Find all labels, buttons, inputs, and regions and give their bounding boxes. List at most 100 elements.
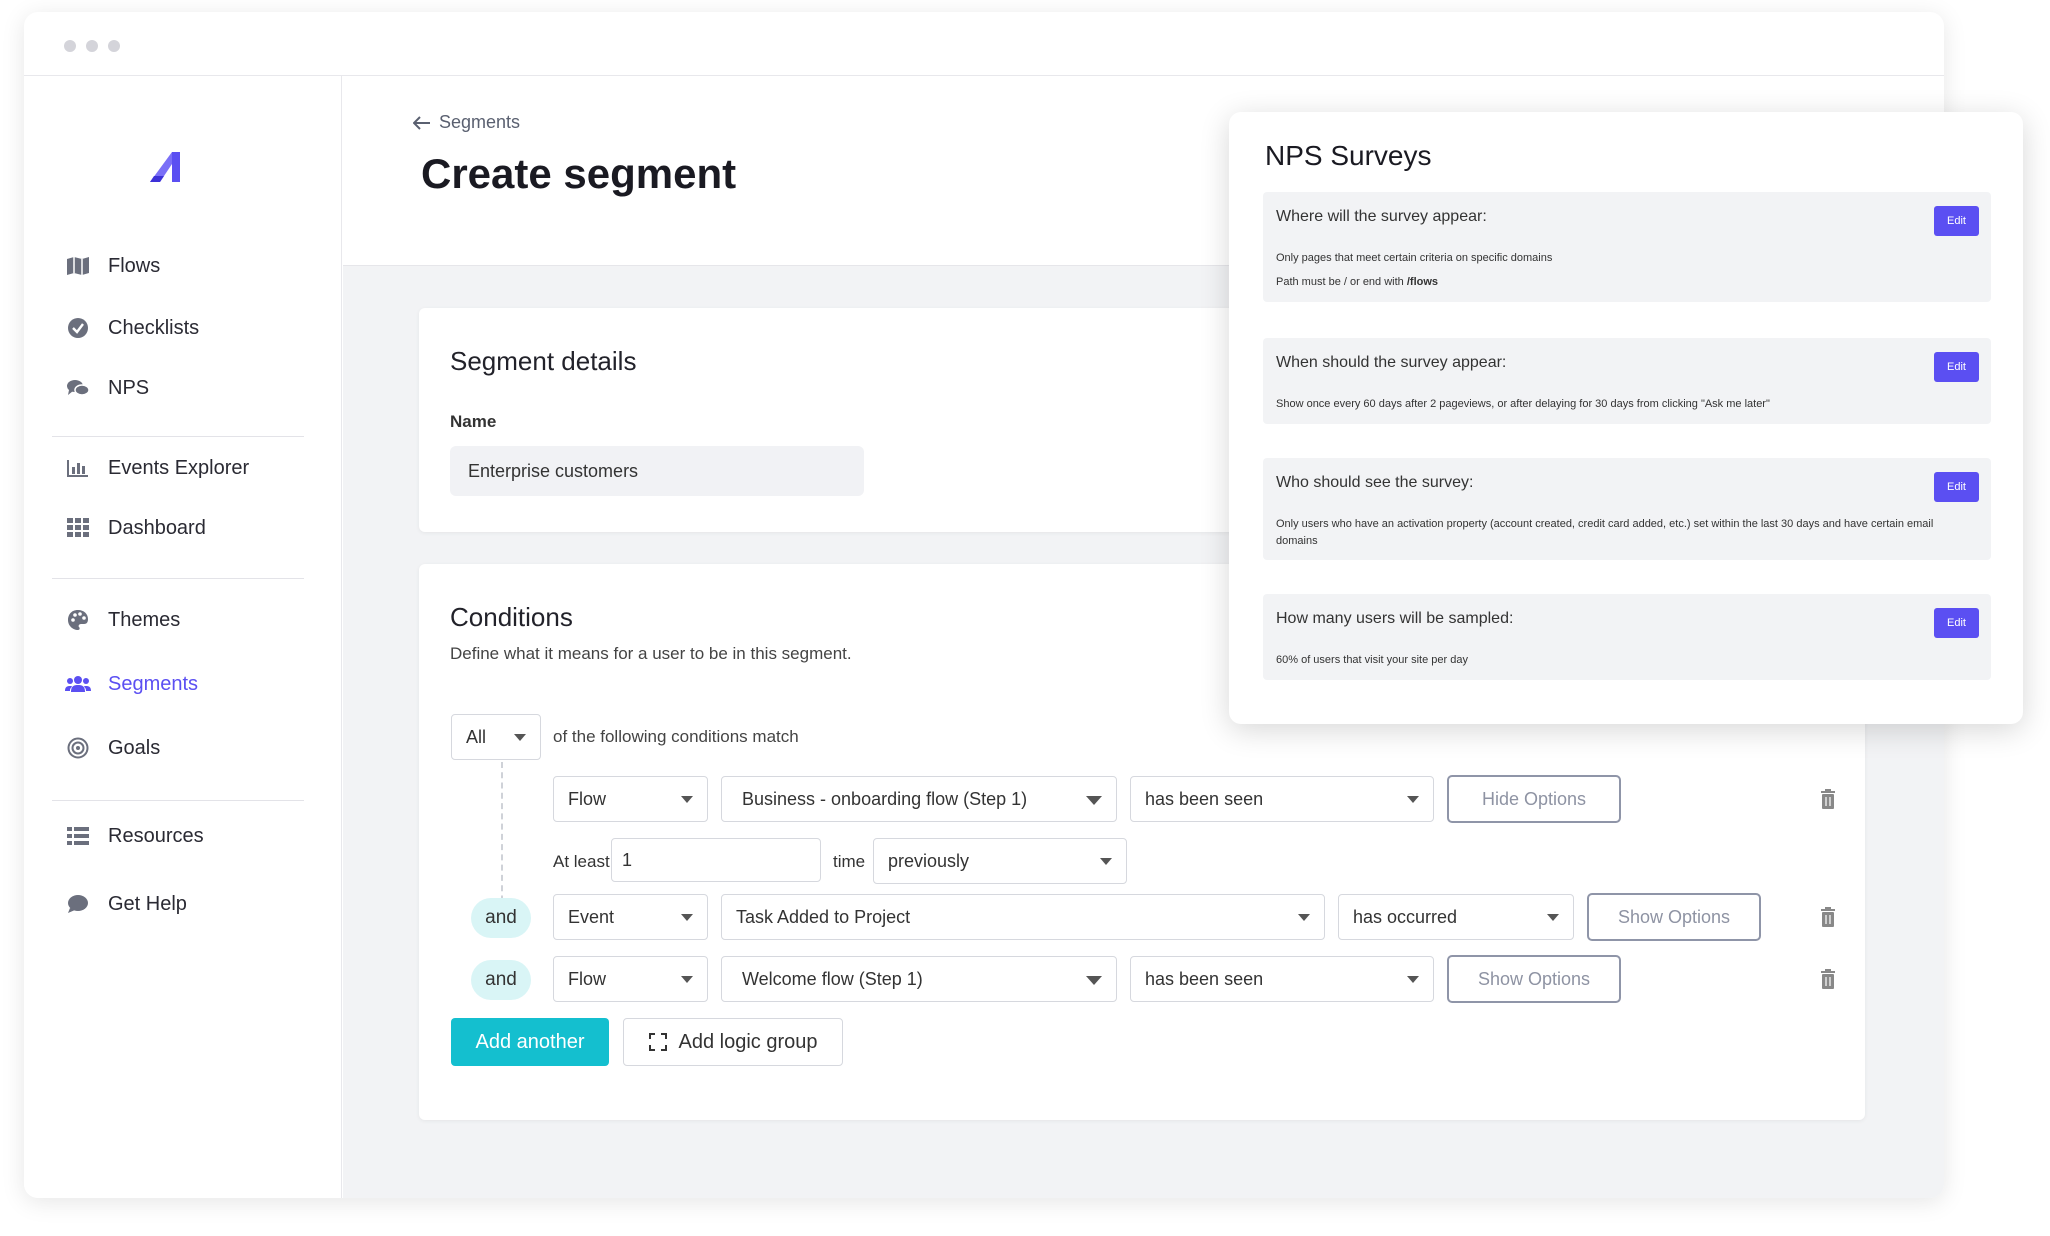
nps-surveys-panel: NPS Surveys Where will the survey appear…	[1229, 112, 2023, 724]
section-description: Show once every 60 days after 2 pageview…	[1276, 398, 1770, 410]
edit-button[interactable]: Edit	[1934, 472, 1979, 502]
sidebar-item-themes[interactable]: Themes	[64, 598, 180, 642]
select-value: has occurred	[1353, 906, 1458, 927]
add-another-button[interactable]: Add another	[451, 1018, 609, 1066]
chevron-down-icon	[1547, 914, 1559, 921]
title-bar	[24, 12, 1944, 76]
bar-chart-icon	[64, 457, 92, 479]
window-dot	[64, 40, 76, 52]
show-options-button[interactable]: Show Options	[1587, 893, 1761, 941]
condition-type-select[interactable]: Event	[553, 894, 708, 940]
page-title: Create segment	[421, 150, 737, 197]
survey-placement-section: Where will the survey appear: Edit Only …	[1263, 192, 1991, 302]
sidebar-item-label: Checklists	[108, 316, 200, 339]
sidebar-item-dashboard[interactable]: Dashboard	[64, 506, 206, 550]
section-question: How many users will be sampled:	[1276, 610, 1514, 627]
sidebar-item-segments[interactable]: Segments	[64, 662, 198, 706]
sidebar-item-label: Resources	[108, 824, 204, 847]
grid-icon	[64, 517, 92, 539]
section-description: 60% of users that visit your site per da…	[1276, 654, 1468, 666]
survey-timing-section: When should the survey appear: Edit Show…	[1263, 338, 1991, 424]
edit-button[interactable]: Edit	[1934, 352, 1979, 382]
match-mode-select[interactable]: All	[451, 714, 541, 760]
chevron-down-icon	[1086, 976, 1102, 985]
sidebar-item-get-help[interactable]: Get Help	[64, 882, 187, 926]
nav-divider	[52, 800, 304, 801]
timeframe-select[interactable]: previously	[873, 838, 1127, 884]
sidebar-item-label: Get Help	[108, 892, 187, 915]
chat-bubbles-icon	[64, 377, 92, 399]
select-value: has been seen	[1145, 968, 1264, 989]
trash-icon[interactable]	[1820, 969, 1836, 989]
card-title: Conditions	[450, 602, 573, 632]
sidebar-item-label: Dashboard	[108, 516, 206, 539]
chevron-down-icon	[1100, 858, 1112, 865]
survey-audience-section: Who should see the survey: Edit Only use…	[1263, 458, 1991, 560]
conditions-description: Define what it means for a user to be in…	[450, 644, 852, 663]
sidebar-item-resources[interactable]: Resources	[64, 814, 204, 858]
add-logic-group-button[interactable]: Add logic group	[623, 1018, 843, 1066]
logo-icon	[150, 152, 180, 182]
chevron-down-icon	[1298, 914, 1310, 921]
select-value: Welcome flow (Step 1)	[742, 968, 923, 989]
sidebar-item-label: Goals	[108, 736, 161, 759]
condition-target-select[interactable]: Business - onboarding flow (Step 1)	[721, 776, 1117, 822]
sidebar-item-checklists[interactable]: Checklists	[64, 306, 199, 350]
chat-icon	[64, 893, 92, 915]
condition-operator-select[interactable]: has been seen	[1130, 956, 1434, 1002]
count-input[interactable]	[611, 838, 821, 882]
sidebar-item-nps[interactable]: NPS	[64, 366, 149, 410]
segment-name-input[interactable]	[450, 446, 864, 496]
users-icon	[64, 673, 92, 695]
sidebar-item-events-explorer[interactable]: Events Explorer	[64, 446, 249, 490]
expand-icon	[648, 1033, 667, 1051]
sidebar-item-label: Events Explorer	[108, 456, 250, 479]
breadcrumb[interactable]: Segments	[413, 112, 520, 133]
survey-sampling-section: How many users will be sampled: Edit 60%…	[1263, 594, 1991, 680]
sidebar: Flows Checklists NPS Events Explorer Das…	[24, 76, 342, 1198]
and-connector-pill: and	[471, 960, 531, 1000]
trash-icon[interactable]	[1820, 907, 1836, 927]
window-dot	[108, 40, 120, 52]
select-value: Flow	[568, 788, 607, 809]
select-value: Event	[568, 906, 615, 927]
section-question: Who should see the survey:	[1276, 474, 1474, 491]
at-least-label: At least	[553, 852, 610, 871]
condition-type-select[interactable]: Flow	[553, 956, 708, 1002]
nav-divider	[52, 578, 304, 579]
section-description-path: Path must be / or end with /flows	[1276, 274, 1438, 291]
condition-target-select[interactable]: Welcome flow (Step 1)	[721, 956, 1117, 1002]
trash-icon[interactable]	[1820, 789, 1836, 809]
palette-icon	[64, 609, 92, 631]
condition-type-select[interactable]: Flow	[553, 776, 708, 822]
match-text: of the following conditions match	[553, 727, 799, 746]
select-value: previously	[888, 850, 970, 871]
target-icon	[64, 737, 92, 759]
check-circle-icon	[64, 317, 92, 339]
section-description: Only pages that meet certain criteria on…	[1276, 252, 1553, 264]
chevron-down-icon	[681, 796, 693, 803]
select-value: has been seen	[1145, 788, 1264, 809]
nav-divider	[52, 436, 304, 437]
path-value: /flows	[1406, 276, 1439, 288]
edit-button[interactable]: Edit	[1934, 206, 1979, 236]
hide-options-button[interactable]: Hide Options	[1447, 775, 1621, 823]
select-value: Business - onboarding flow (Step 1)	[742, 788, 1028, 809]
sidebar-item-goals[interactable]: Goals	[64, 726, 160, 770]
section-question: When should the survey appear:	[1276, 354, 1507, 371]
and-connector-pill: and	[471, 898, 531, 938]
sidebar-item-flows[interactable]: Flows	[64, 244, 160, 288]
chevron-down-icon	[1086, 796, 1102, 805]
condition-target-select[interactable]: Task Added to Project	[721, 894, 1325, 940]
button-label: Add logic group	[678, 1030, 818, 1053]
chevron-down-icon	[1407, 976, 1419, 983]
show-options-button[interactable]: Show Options	[1447, 955, 1621, 1003]
section-question: Where will the survey appear:	[1276, 208, 1487, 225]
edit-button[interactable]: Edit	[1934, 608, 1979, 638]
select-value: All	[466, 726, 487, 747]
condition-operator-select[interactable]: has occurred	[1338, 894, 1574, 940]
panel-title: NPS Surveys	[1265, 140, 1432, 171]
card-title: Segment details	[450, 346, 637, 376]
list-icon	[64, 825, 92, 847]
condition-operator-select[interactable]: has been seen	[1130, 776, 1434, 822]
